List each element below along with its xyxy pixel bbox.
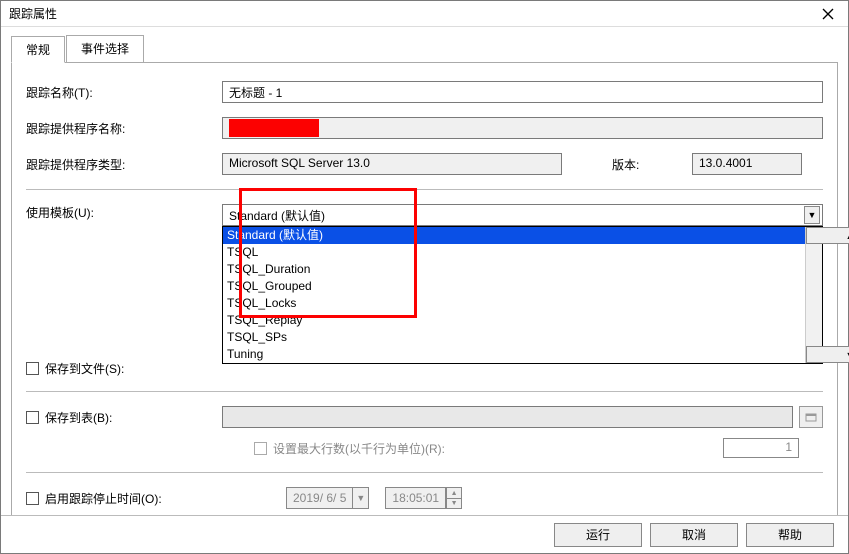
tab-event-selection[interactable]: 事件选择 — [66, 35, 144, 62]
checkbox-save-to-file[interactable] — [26, 362, 39, 375]
panel-general: 跟踪名称(T): 跟踪提供程序名称: 跟踪提供程序类型: Microsoft S… — [11, 63, 838, 523]
version-field: 13.0.4001 — [692, 153, 802, 175]
label-provider-type: 跟踪提供程序类型: — [26, 156, 222, 173]
browse-icon — [805, 411, 817, 423]
template-option[interactable]: TSQL — [223, 244, 805, 261]
spinner-down-icon: ▼ — [447, 498, 461, 508]
label-set-max-rows: 设置最大行数(以千行为单位)(R): — [273, 440, 445, 457]
template-option[interactable]: Standard (默认值) — [223, 227, 805, 244]
trace-name-input[interactable] — [222, 81, 823, 103]
label-save-to-table: 保存到表(B): — [45, 409, 112, 426]
cancel-button[interactable]: 取消 — [650, 523, 738, 547]
dialog-window: 跟踪属性 常规 事件选择 跟踪名称(T): 跟踪提供程序名称: 跟踪提供程序类型… — [0, 0, 849, 554]
checkbox-save-to-table[interactable] — [26, 411, 39, 424]
chevron-down-icon: ▼ — [804, 206, 820, 224]
checkbox-set-max-rows — [254, 442, 267, 455]
spinner-up-icon: ▲ — [447, 488, 461, 498]
label-provider-name: 跟踪提供程序名称: — [26, 120, 222, 137]
provider-type-field: Microsoft SQL Server 13.0 — [222, 153, 562, 175]
template-option[interactable]: TSQL_SPs — [223, 329, 805, 346]
label-save-to-file: 保存到文件(S): — [45, 360, 124, 377]
dialog-footer: 运行 取消 帮助 — [1, 515, 848, 553]
redacted-block — [229, 119, 319, 137]
template-option[interactable]: TSQL_Replay — [223, 312, 805, 329]
browse-table-button[interactable] — [799, 406, 823, 428]
max-rows-input: 1 — [723, 438, 799, 458]
template-combobox[interactable]: Standard (默认值) ▼ — [222, 204, 823, 226]
template-option[interactable]: Tuning — [223, 346, 805, 363]
window-title: 跟踪属性 — [9, 5, 57, 22]
scroll-down-icon[interactable]: ▼ — [806, 346, 849, 363]
dropdown-scrollbar[interactable]: ▲ ▼ — [805, 227, 822, 363]
help-button[interactable]: 帮助 — [746, 523, 834, 547]
provider-name-field — [222, 117, 823, 139]
template-dropdown: Standard (默认值) TSQL TSQL_Duration TSQL_G… — [222, 226, 823, 364]
stop-date-picker: 2019/ 6/ 5 ▼ — [286, 487, 369, 509]
close-icon — [822, 8, 834, 20]
template-option[interactable]: TSQL_Duration — [223, 261, 805, 278]
stop-time-picker: 18:05:01 — [385, 487, 446, 509]
tab-general[interactable]: 常规 — [11, 36, 65, 63]
scroll-up-icon[interactable]: ▲ — [806, 227, 849, 244]
label-enable-stop-time: 启用跟踪停止时间(O): — [45, 490, 162, 507]
tab-bar: 常规 事件选择 — [11, 35, 838, 63]
titlebar: 跟踪属性 — [1, 1, 848, 27]
template-option[interactable]: TSQL_Locks — [223, 295, 805, 312]
checkbox-enable-stop-time[interactable] — [26, 492, 39, 505]
label-use-template: 使用模板(U): — [26, 204, 222, 221]
chevron-down-icon: ▼ — [352, 488, 368, 508]
close-button[interactable] — [814, 4, 842, 24]
label-version: 版本: — [612, 156, 692, 173]
time-spinner: ▲ ▼ — [446, 487, 462, 509]
template-option[interactable]: TSQL_Grouped — [223, 278, 805, 295]
run-button[interactable]: 运行 — [554, 523, 642, 547]
save-to-table-path — [222, 406, 793, 428]
label-trace-name: 跟踪名称(T): — [26, 84, 222, 101]
